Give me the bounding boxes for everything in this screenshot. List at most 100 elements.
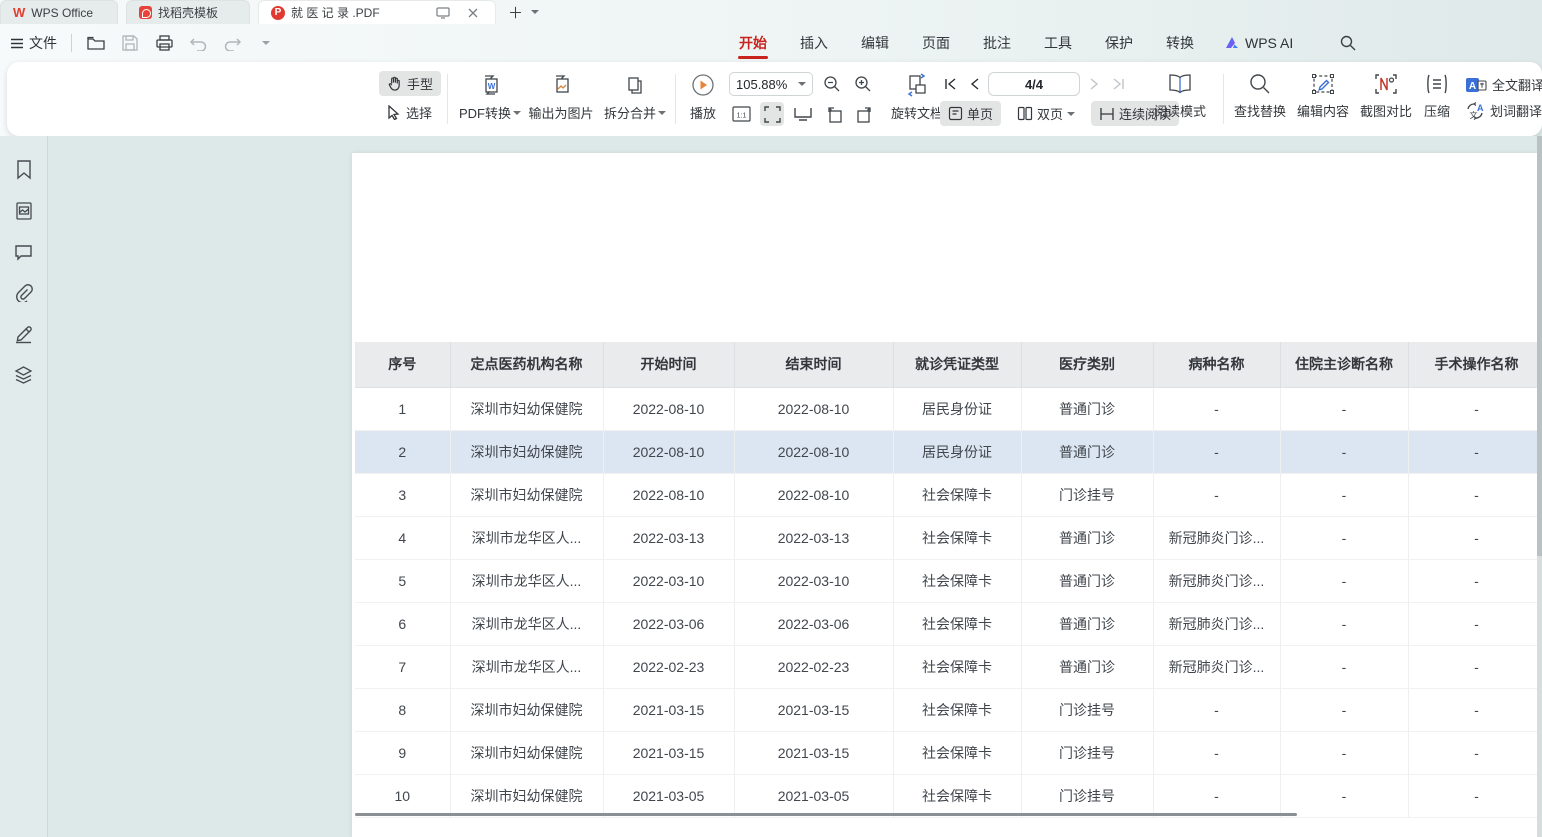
ribbon-tab-comment[interactable]: 批注	[980, 25, 1014, 61]
tab-wps-office[interactable]: W WPS Office	[0, 0, 118, 24]
file-menu-button[interactable]: 文件	[10, 33, 57, 53]
screenshot-compare-button[interactable]: 截图对比	[1355, 72, 1417, 120]
comment-icon[interactable]	[12, 240, 36, 264]
full-text-translate-button[interactable]: A 全文翻译	[1465, 75, 1542, 94]
attachment-icon[interactable]	[12, 281, 36, 305]
zoom-level-input[interactable]	[729, 72, 813, 96]
split-merge-button[interactable]: 拆分合并	[599, 72, 671, 122]
redo-icon[interactable]	[222, 33, 242, 53]
table-cell: 10	[355, 774, 450, 817]
zoom-out-icon[interactable]	[820, 72, 844, 96]
export-as-image-button[interactable]: 输出为图片	[525, 72, 597, 122]
read-mode-button[interactable]: 阅读模式	[1149, 72, 1211, 120]
compress-button[interactable]: 压缩	[1415, 72, 1459, 120]
table-cell: -	[1280, 387, 1408, 430]
table-cell: -	[1408, 516, 1542, 559]
screenshot-compare-icon	[1373, 72, 1399, 96]
pdf-icon: P	[271, 6, 285, 20]
page-indicator-value[interactable]	[994, 77, 1074, 92]
vertical-scrollbar[interactable]	[1537, 136, 1542, 837]
print-icon[interactable]	[154, 33, 174, 53]
play-label: 播放	[690, 103, 716, 122]
table-cell: 门诊挂号	[1021, 774, 1153, 817]
table-cell: 普通门诊	[1021, 430, 1153, 473]
new-tab-button[interactable]: ＋	[504, 0, 527, 24]
find-replace-button[interactable]: 查找替换	[1229, 72, 1291, 120]
table-row: 6深圳市龙华区人...2022-03-062022-03-06社会保障卡普通门诊…	[355, 602, 1542, 645]
table-cell: -	[1280, 688, 1408, 731]
layers-icon[interactable]	[12, 363, 36, 387]
ribbon-tab-home[interactable]: 开始	[736, 25, 770, 61]
ribbon-tab-insert[interactable]: 插入	[797, 25, 831, 61]
table-cell: 2021-03-15	[603, 731, 734, 774]
tab-list-dropdown[interactable]	[527, 0, 543, 24]
col-header-operation-name: 手术操作名称	[1408, 342, 1542, 387]
table-cell: -	[1280, 473, 1408, 516]
left-panel-strip	[0, 136, 48, 837]
monitor-icon[interactable]	[433, 3, 453, 23]
export-image-label: 输出为图片	[528, 103, 593, 122]
double-page-button[interactable]: 双页	[1009, 101, 1083, 126]
undo-icon[interactable]	[188, 33, 208, 53]
zoom-dropdown-icon[interactable]	[798, 82, 806, 86]
bookmark-icon[interactable]	[12, 158, 36, 182]
full-text-translate-label: 全文翻译	[1492, 75, 1542, 94]
table-cell: 深圳市妇幼保健院	[450, 774, 603, 817]
select-tool-button[interactable]: 选择	[379, 100, 441, 125]
word-translate-button[interactable]: 文 A 划词翻译	[1465, 101, 1542, 120]
hand-tool-button[interactable]: 手型	[379, 71, 441, 96]
table-cell: 2022-08-10	[734, 430, 893, 473]
rotate-left-icon[interactable]	[822, 102, 846, 126]
table-cell: -	[1408, 688, 1542, 731]
table-cell: -	[1280, 516, 1408, 559]
ribbon-tab-convert[interactable]: 转换	[1163, 25, 1197, 61]
table-body: 1深圳市妇幼保健院2022-08-102022-08-10居民身份证普通门诊--…	[355, 387, 1542, 817]
svg-text:A: A	[1477, 103, 1484, 113]
table-horizontal-scrollbar[interactable]	[355, 813, 1297, 816]
file-menu-label: 文件	[29, 33, 57, 53]
single-page-button[interactable]: 单页	[940, 101, 1001, 126]
vertical-scrollbar-thumb[interactable]	[1537, 136, 1542, 556]
thumbnail-icon[interactable]	[12, 199, 36, 223]
fit-page-icon[interactable]	[760, 102, 784, 126]
last-page-icon[interactable]	[1108, 72, 1128, 96]
rotate-document-button[interactable]: 旋转文档	[887, 72, 947, 122]
table-cell: 深圳市龙华区人...	[450, 645, 603, 688]
wps-ai-button[interactable]: WPS AI	[1224, 35, 1293, 51]
document-canvas: 序号 定点医药机构名称 开始时间 结束时间 就诊凭证类型 医疗类别 病种名称 住…	[0, 136, 1542, 837]
rotate-right-icon[interactable]	[853, 102, 877, 126]
table-cell: 2022-08-10	[734, 387, 893, 430]
tab-docer-templates[interactable]: 找稻壳模板	[126, 0, 250, 24]
save-icon[interactable]	[120, 33, 140, 53]
table-cell: 深圳市龙华区人...	[450, 516, 603, 559]
actual-size-icon[interactable]: 1:1	[729, 102, 753, 126]
close-icon[interactable]	[463, 3, 483, 23]
edit-content-button[interactable]: 编辑内容	[1292, 72, 1354, 120]
svg-text:W: W	[488, 82, 496, 91]
compress-label: 压缩	[1424, 101, 1450, 120]
previous-page-icon[interactable]	[964, 72, 984, 96]
play-button[interactable]: 播放	[683, 72, 723, 122]
ribbon-tab-protect[interactable]: 保护	[1102, 25, 1136, 61]
table-cell: -	[1408, 774, 1542, 817]
quick-access-dropdown-icon[interactable]	[256, 33, 276, 53]
ribbon-search-icon[interactable]	[1338, 33, 1358, 53]
ribbon-tab-edit[interactable]: 编辑	[858, 25, 892, 61]
zoom-value[interactable]	[736, 77, 794, 92]
table-cell: 2022-03-13	[603, 516, 734, 559]
tab-pdf-document[interactable]: P 就 医 记 录 .PDF	[258, 0, 496, 24]
first-page-icon[interactable]	[940, 72, 960, 96]
ribbon-tab-tools[interactable]: 工具	[1041, 25, 1075, 61]
table-cell: 深圳市妇幼保健院	[450, 688, 603, 731]
ribbon-tab-page[interactable]: 页面	[919, 25, 953, 61]
next-page-icon[interactable]	[1084, 72, 1104, 96]
zoom-in-icon[interactable]	[851, 72, 875, 96]
signature-icon[interactable]	[12, 322, 36, 346]
page-indicator-input[interactable]	[988, 72, 1080, 96]
table-cell: 普通门诊	[1021, 645, 1153, 688]
fit-width-icon[interactable]	[791, 102, 815, 126]
table-cell: -	[1153, 387, 1280, 430]
pdf-convert-button[interactable]: W PDF转换	[457, 72, 523, 122]
word-translate-icon: 文 A	[1465, 102, 1485, 120]
open-folder-icon[interactable]	[86, 33, 106, 53]
